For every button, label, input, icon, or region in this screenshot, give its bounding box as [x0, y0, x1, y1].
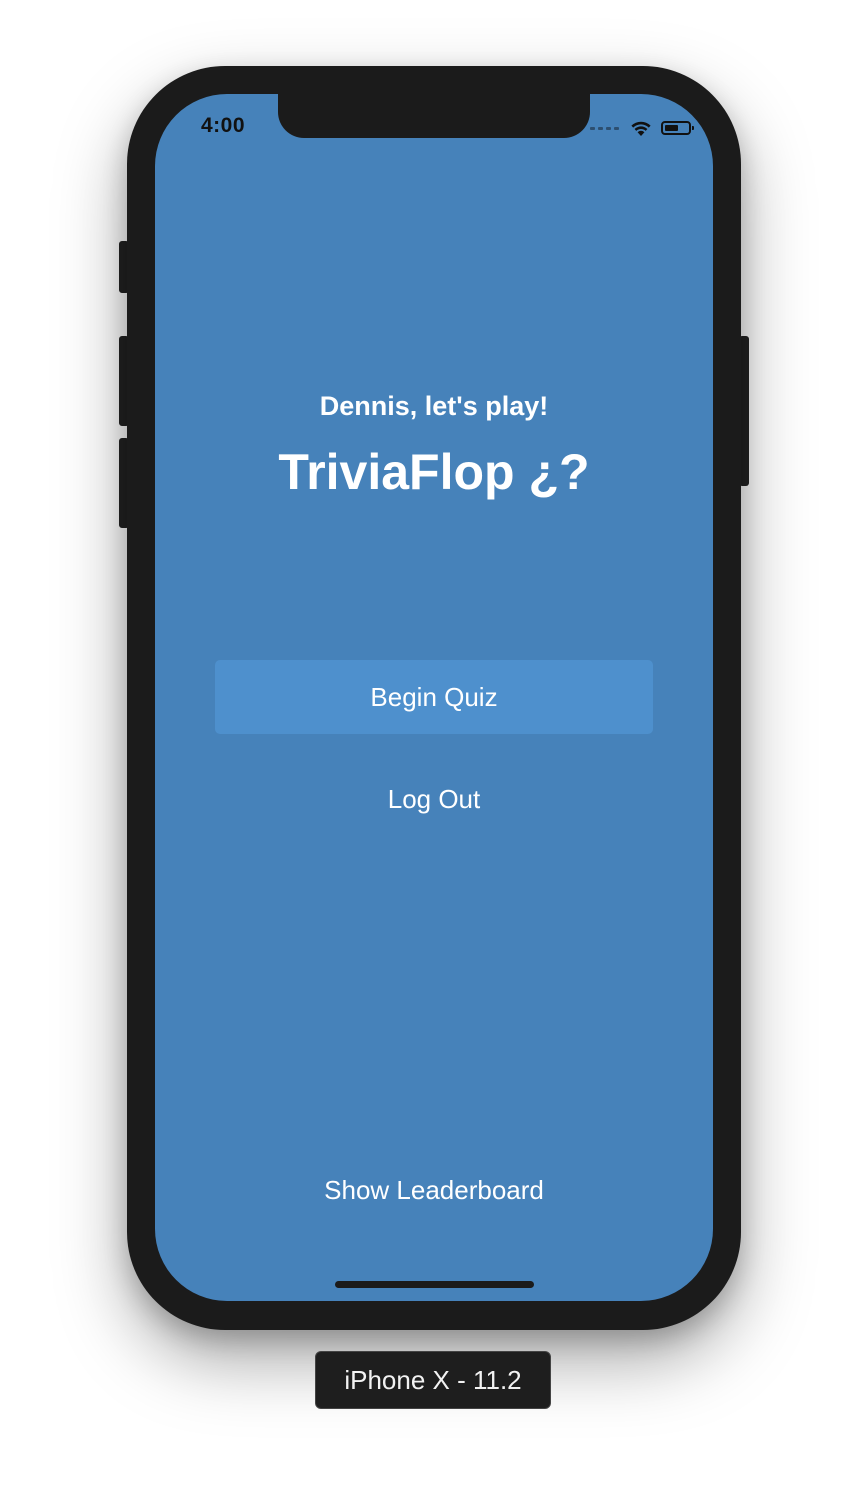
show-leaderboard-button[interactable]: Show Leaderboard [155, 1175, 713, 1206]
wifi-icon [631, 121, 651, 136]
phone-frame: 4:00 Dennis, let's play! TriviaFlop ¿? B… [127, 66, 741, 1330]
notch [278, 94, 590, 138]
status-icons [590, 116, 694, 140]
status-time: 4:00 [201, 114, 246, 137]
simulator-stage: 4:00 Dennis, let's play! TriviaFlop ¿? B… [0, 0, 868, 1492]
log-out-button[interactable]: Log Out [155, 784, 713, 815]
battery-icon [661, 121, 694, 135]
home-indicator[interactable] [335, 1281, 534, 1288]
device-label: iPhone X - 11.2 [315, 1351, 551, 1409]
greeting-label: Dennis, let's play! [319, 391, 549, 421]
app-title: TriviaFlop ¿? [278, 444, 590, 500]
begin-quiz-button[interactable]: Begin Quiz [215, 660, 653, 734]
app-screen: 4:00 Dennis, let's play! TriviaFlop ¿? B… [155, 94, 713, 1301]
signal-dots-icon [590, 126, 619, 130]
